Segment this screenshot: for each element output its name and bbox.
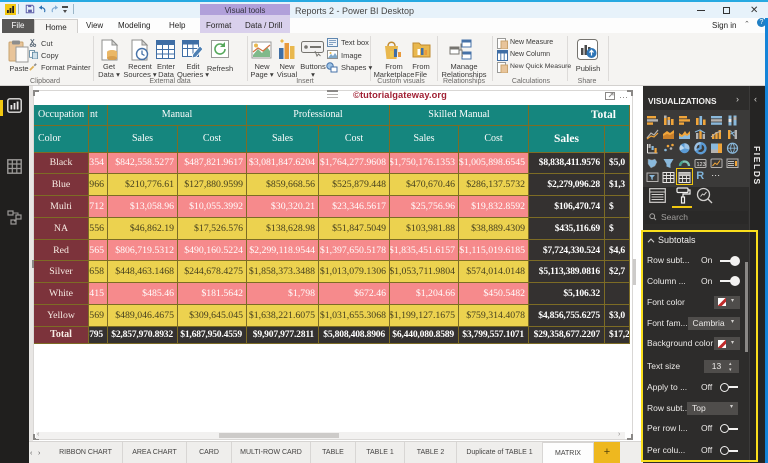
svg-text:123: 123	[696, 162, 705, 168]
